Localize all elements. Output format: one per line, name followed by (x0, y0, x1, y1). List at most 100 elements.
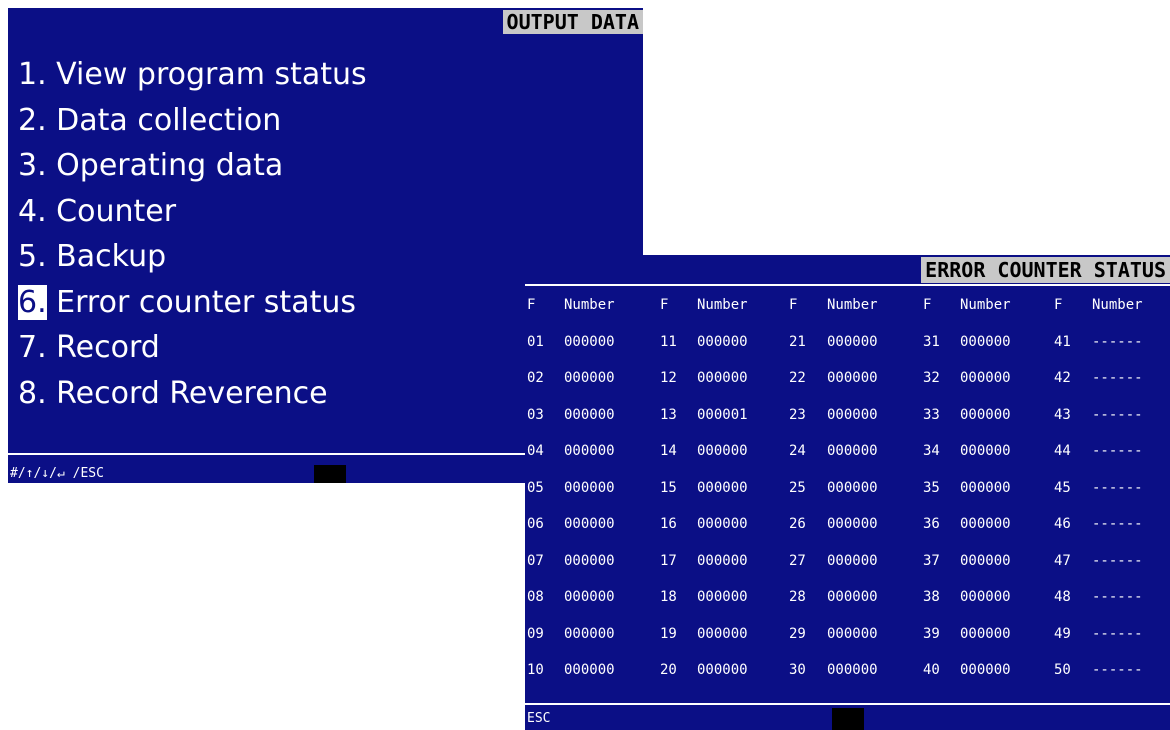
number-cell: ------ (1092, 370, 1143, 386)
number-cell: 000000 (697, 552, 748, 569)
menu-item-label: Counter (56, 193, 177, 229)
menu-item-number: 3. (18, 148, 47, 183)
f-cell: 35 (923, 479, 940, 496)
number-cell: ------ (1092, 333, 1143, 350)
number-cell: ------ (1092, 625, 1143, 642)
f-cell: 17 (660, 552, 677, 569)
f-cell: F (660, 297, 669, 313)
f-cell: 26 (789, 516, 806, 532)
key-hint: #/↑/↓/↵ /ESC (10, 466, 104, 481)
f-cell: 44 (1054, 443, 1071, 459)
f-cell: 24 (789, 443, 806, 459)
f-cell: 32 (923, 370, 940, 386)
f-cell: 50 (1054, 662, 1071, 678)
f-cell: 07 (527, 552, 544, 569)
screen-title: OUTPUT DATA (502, 10, 643, 34)
number-cell: 000000 (827, 552, 878, 569)
f-cell: 47 (1054, 552, 1071, 569)
number-cell: 000000 (564, 516, 615, 532)
output-data-menu: 1. View program status 2. Data collectio… (18, 52, 367, 416)
number-cell: 000000 (564, 479, 615, 496)
number-cell: ------ (1092, 443, 1143, 459)
number-cell: 000000 (697, 516, 748, 532)
number-cell: ------ (1092, 552, 1143, 569)
number-cell: 000000 (697, 333, 748, 350)
menu-item-error-counter-status[interactable]: 6. Error counter status (18, 280, 367, 326)
footer-divider (525, 703, 1170, 705)
f-cell: 49 (1054, 625, 1071, 642)
menu-item-record[interactable]: 7. Record (18, 325, 367, 371)
key-hint: ESC (527, 711, 551, 726)
f-cell: 19 (660, 625, 677, 642)
menu-item-number: 4. (18, 193, 47, 229)
f-cell: 41 (1054, 333, 1071, 350)
f-cell: 18 (660, 589, 677, 605)
menu-item-data-collection[interactable]: 2. Data collection (18, 98, 367, 144)
f-cell: 01 (527, 333, 544, 350)
number-cell: ------ (1092, 589, 1143, 605)
f-cell: 13 (660, 406, 677, 423)
number-cell: Number (960, 297, 1011, 313)
number-cell: 000000 (827, 443, 878, 459)
number-cell: 000000 (960, 516, 1011, 532)
menu-item-backup[interactable]: 5. Backup (18, 234, 367, 280)
f-cell: 38 (923, 589, 940, 605)
menu-item-number: 5. (18, 239, 47, 274)
number-cell: 000000 (697, 589, 748, 605)
f-cell: 37 (923, 552, 940, 569)
menu-item-label: Backup (56, 239, 167, 274)
f-cell: 04 (527, 443, 544, 459)
f-cell: 28 (789, 589, 806, 605)
menu-item-number-selected: 6. (18, 284, 47, 320)
number-cell: 000000 (827, 589, 878, 605)
menu-item-counter[interactable]: 4. Counter (18, 189, 367, 235)
error-counter-status-screen: ERROR COUNTER STATUS F Number F Number F Numb… (525, 255, 1170, 730)
number-cell: 000000 (564, 370, 615, 386)
menu-item-number: 2. (18, 102, 47, 138)
menu-item-label: Error counter status (56, 284, 356, 320)
menu-item-number: 7. (18, 330, 47, 365)
menu-item-number: 8. (18, 375, 47, 411)
menu-item-number: 1. (18, 57, 47, 92)
f-cell: 09 (527, 625, 544, 642)
menu-item-view-program-status[interactable]: 1. View program status (18, 52, 367, 98)
f-cell: F (1054, 297, 1063, 313)
f-cell: 46 (1054, 516, 1071, 532)
f-cell: 03 (527, 406, 544, 423)
f-cell: F (923, 297, 932, 313)
number-cell: 000000 (697, 443, 748, 459)
number-cell: 000000 (697, 625, 748, 642)
number-cell: 000000 (827, 662, 878, 678)
f-cell: F (789, 297, 798, 313)
f-cell: 43 (1054, 406, 1071, 423)
f-cell: 27 (789, 552, 806, 569)
f-cell: 23 (789, 406, 806, 423)
f-cell: 11 (660, 333, 677, 350)
number-cell: 000000 (827, 516, 878, 532)
number-cell: 000000 (960, 625, 1011, 642)
menu-item-label: Record Reverence (56, 375, 328, 411)
number-cell: 000000 (564, 406, 615, 423)
menu-item-label: Data collection (56, 102, 282, 138)
number-cell: 000000 (564, 625, 615, 642)
number-cell: 000000 (564, 552, 615, 569)
f-cell: 33 (923, 406, 940, 423)
menu-item-label: Record (56, 330, 160, 365)
menu-item-label: Operating data (56, 148, 284, 183)
f-cell: 02 (527, 370, 544, 386)
number-cell: 000000 (697, 662, 748, 678)
f-cell: 36 (923, 516, 940, 532)
number-cell: 000000 (564, 589, 615, 605)
f-cell: F (527, 297, 536, 313)
number-cell: 000000 (564, 333, 615, 350)
input-cursor (832, 708, 864, 730)
number-cell: 000000 (827, 370, 878, 386)
number-cell: 000000 (960, 443, 1011, 459)
f-cell: 06 (527, 516, 544, 532)
menu-item-operating-data[interactable]: 3. Operating data (18, 143, 367, 189)
number-cell: ------ (1092, 516, 1143, 532)
number-cell: 000000 (960, 406, 1011, 423)
number-cell: 000000 (827, 479, 878, 496)
menu-item-record-reverence[interactable]: 8. Record Reverence (18, 371, 367, 417)
number-cell: Number (827, 297, 878, 313)
